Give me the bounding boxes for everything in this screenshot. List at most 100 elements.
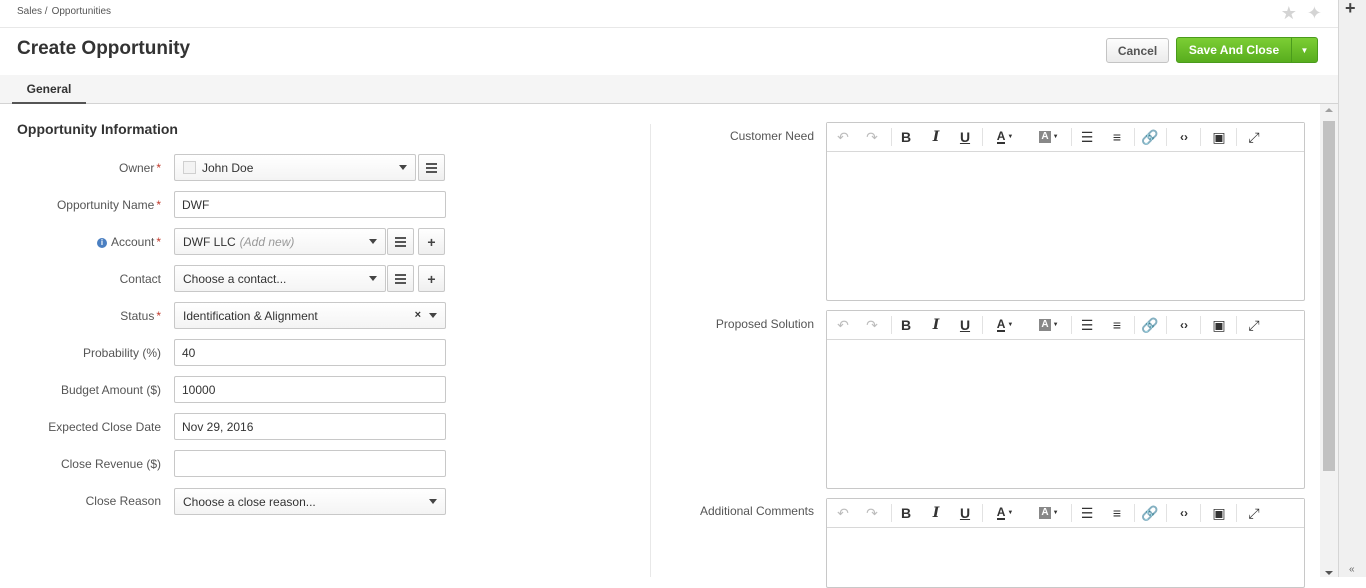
highlight-color-icon[interactable]: A ▼ xyxy=(1031,504,1067,522)
proposed-solution-label: Proposed Solution xyxy=(715,317,814,331)
image-icon[interactable]: ▣ xyxy=(1209,504,1229,522)
bold-icon[interactable]: B xyxy=(896,128,916,146)
save-options-caret-icon[interactable]: ▼ xyxy=(1291,38,1317,62)
toolbar-separator xyxy=(1134,316,1135,334)
bullet-list-icon[interactable]: ☰ xyxy=(1077,504,1097,522)
close-date-label: Expected Close Date xyxy=(48,420,161,434)
additional-comments-editor[interactable]: ↶ ↷ B I U A ▼ A ▼ ☰ ≡ 🔗 ‹› ▣ ⤢ xyxy=(826,498,1305,588)
code-icon[interactable]: ‹› xyxy=(1174,316,1194,334)
toolbar-separator xyxy=(1134,128,1135,146)
numbered-list-icon[interactable]: ≡ xyxy=(1107,316,1127,334)
numbered-list-icon[interactable]: ≡ xyxy=(1107,504,1127,522)
redo-icon[interactable]: ↷ xyxy=(862,128,882,146)
bold-icon[interactable]: B xyxy=(896,504,916,522)
list-icon xyxy=(395,236,406,247)
cancel-button[interactable]: Cancel xyxy=(1106,38,1169,63)
editor-toolbar: ↶ ↷ B I U A ▼ A ▼ ☰ ≡ 🔗 ‹› ▣ ⤢ xyxy=(827,311,1304,340)
editor-body[interactable] xyxy=(827,152,1304,300)
account-label: i Account * xyxy=(0,235,161,249)
undo-icon[interactable]: ↶ xyxy=(833,128,853,146)
vertical-scrollbar[interactable] xyxy=(1320,104,1338,577)
owner-value: John Doe xyxy=(202,160,254,175)
font-color-icon[interactable]: A ▼ xyxy=(987,504,1023,522)
redo-icon[interactable]: ↷ xyxy=(862,316,882,334)
pin-icon[interactable]: ✦ xyxy=(1307,3,1322,24)
proposed-solution-editor[interactable]: ↶ ↷ B I U A ▼ A ▼ ☰ ≡ 🔗 ‹› ▣ ⤢ xyxy=(826,310,1305,489)
close-revenue-label: Close Revenue ($) xyxy=(60,457,161,471)
bullet-list-icon[interactable]: ☰ xyxy=(1077,316,1097,334)
image-icon[interactable]: ▣ xyxy=(1209,128,1229,146)
underline-icon[interactable]: U xyxy=(955,128,975,146)
highlight-color-icon[interactable]: A ▼ xyxy=(1031,316,1067,334)
numbered-list-icon[interactable]: ≡ xyxy=(1107,128,1127,146)
scroll-thumb[interactable] xyxy=(1323,121,1335,471)
close-date-input[interactable]: Nov 29, 2016 xyxy=(174,413,446,440)
fullscreen-icon[interactable]: ⤢ xyxy=(1244,504,1264,522)
name-label-text: Opportunity Name xyxy=(56,198,155,212)
contact-add-button[interactable]: + xyxy=(418,265,445,292)
highlight-color-icon[interactable]: A ▼ xyxy=(1031,128,1067,146)
tab-general[interactable]: General xyxy=(12,75,86,104)
contact-list-button[interactable] xyxy=(387,265,414,292)
editor-body[interactable] xyxy=(827,528,1304,588)
toolbar-separator xyxy=(1200,316,1201,334)
redo-icon[interactable]: ↷ xyxy=(862,504,882,522)
opportunity-name-input[interactable]: DWF xyxy=(174,191,446,218)
toolbar-separator xyxy=(1236,128,1237,146)
chevron-down-icon xyxy=(369,239,377,244)
chevron-down-icon xyxy=(369,276,377,281)
link-icon[interactable]: 🔗 xyxy=(1140,128,1160,146)
bold-icon[interactable]: B xyxy=(896,316,916,334)
undo-icon[interactable]: ↶ xyxy=(833,504,853,522)
italic-icon[interactable]: I xyxy=(926,316,946,334)
breadcrumb-sales[interactable]: Sales / xyxy=(17,6,48,17)
side-panel: + « xyxy=(1338,0,1366,577)
breadcrumb-opportunities[interactable]: Opportunities xyxy=(52,6,111,17)
list-icon xyxy=(395,273,406,284)
toolbar-separator xyxy=(1200,128,1201,146)
image-icon[interactable]: ▣ xyxy=(1209,316,1229,334)
contact-select[interactable]: Choose a contact... xyxy=(174,265,386,292)
probability-input[interactable]: 40 xyxy=(174,339,446,366)
account-add-button[interactable]: + xyxy=(418,228,445,255)
undo-icon[interactable]: ↶ xyxy=(833,316,853,334)
italic-icon[interactable]: I xyxy=(926,504,946,522)
add-widget-icon[interactable]: + xyxy=(1345,0,1356,19)
font-color-icon[interactable]: A ▼ xyxy=(987,316,1023,334)
code-icon[interactable]: ‹› xyxy=(1174,504,1194,522)
contact-placeholder: Choose a contact... xyxy=(183,271,287,286)
owner-list-button[interactable] xyxy=(418,154,445,181)
toolbar-separator xyxy=(1166,504,1167,522)
budget-label: Budget Amount ($) xyxy=(60,383,161,397)
collapse-icon[interactable]: « xyxy=(1349,564,1355,575)
info-icon[interactable]: i xyxy=(96,238,107,248)
save-and-close-button[interactable]: Save And Close ▼ xyxy=(1176,37,1318,63)
fullscreen-icon[interactable]: ⤢ xyxy=(1244,316,1264,334)
budget-amount-input[interactable]: 10000 xyxy=(174,376,446,403)
account-select[interactable]: DWF LLC (Add new) xyxy=(174,228,386,255)
code-icon[interactable]: ‹› xyxy=(1174,128,1194,146)
owner-select[interactable]: John Doe xyxy=(174,154,416,181)
editor-body[interactable] xyxy=(827,340,1304,488)
font-color-icon[interactable]: A ▼ xyxy=(987,128,1023,146)
link-icon[interactable]: 🔗 xyxy=(1140,504,1160,522)
customer-need-editor[interactable]: ↶ ↷ B I U A ▼ A ▼ ☰ ≡ 🔗 ‹› ▣ ⤢ xyxy=(826,122,1305,301)
save-and-close-label[interactable]: Save And Close xyxy=(1177,38,1291,62)
underline-icon[interactable]: U xyxy=(955,504,975,522)
scroll-up-icon[interactable] xyxy=(1325,108,1333,112)
italic-icon[interactable]: I xyxy=(926,128,946,146)
contact-label: Contact xyxy=(119,272,161,286)
toolbar-separator xyxy=(1166,128,1167,146)
toolbar-separator xyxy=(891,504,892,522)
underline-icon[interactable]: U xyxy=(955,316,975,334)
account-add-new-hint[interactable]: (Add new) xyxy=(240,235,295,249)
toolbar-separator xyxy=(1236,316,1237,334)
account-list-button[interactable] xyxy=(387,228,414,255)
bullet-list-icon[interactable]: ☰ xyxy=(1077,128,1097,146)
create-opportunity-page: Sales / Opportunities ★ ✦ Create Opportun… xyxy=(0,0,1338,588)
fullscreen-icon[interactable]: ⤢ xyxy=(1244,128,1264,146)
star-icon[interactable]: ★ xyxy=(1281,3,1297,24)
link-icon[interactable]: 🔗 xyxy=(1140,316,1160,334)
close-revenue-input[interactable] xyxy=(174,450,446,477)
scroll-down-icon[interactable] xyxy=(1325,571,1333,575)
